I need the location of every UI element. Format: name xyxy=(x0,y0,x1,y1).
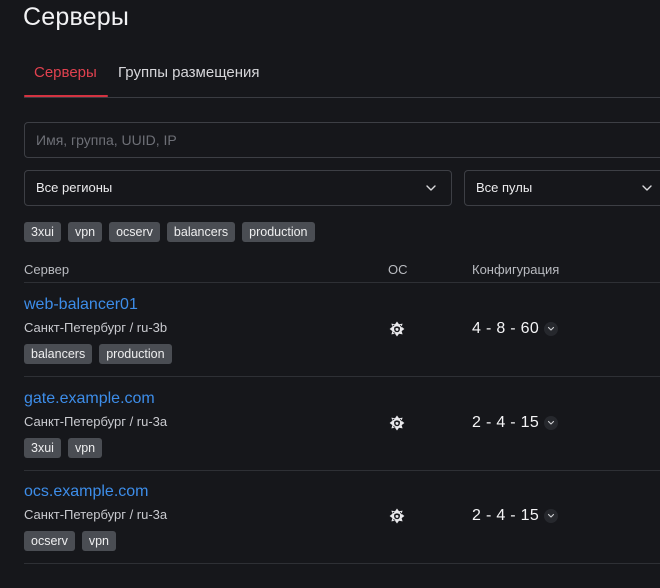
chevron-down-icon xyxy=(547,420,555,425)
pool-select-value: Все пулы xyxy=(476,180,533,195)
servers-page: Серверы Серверы Группы размещения Все ре… xyxy=(0,0,660,588)
region-select[interactable]: Все регионы xyxy=(24,170,452,206)
server-name-link[interactable]: web-balancer01 xyxy=(24,295,138,315)
chevron-down-icon xyxy=(642,185,652,191)
server-config: 2 - 4 - 15 xyxy=(472,414,540,431)
filter-tag-ocserv[interactable]: ocserv xyxy=(109,222,160,242)
server-tag: production xyxy=(99,344,172,364)
os-logo-icon xyxy=(389,415,405,431)
filter-tag-production[interactable]: production xyxy=(242,222,315,242)
server-tag: 3xui xyxy=(24,438,61,458)
server-tag: vpn xyxy=(67,438,103,458)
chevron-down-icon xyxy=(426,185,436,191)
server-location: Санкт-Петербург / ru-3a xyxy=(24,414,168,429)
server-tags: 3xui vpn xyxy=(24,438,109,458)
page-title: Серверы xyxy=(23,3,130,31)
server-location: Санкт-Петербург / ru-3b xyxy=(24,320,168,335)
table-row: gate.example.com Санкт-Петербург / ru-3a… xyxy=(24,377,660,471)
filter-tag-balancers[interactable]: balancers xyxy=(166,222,236,242)
chevron-down-icon xyxy=(547,326,555,331)
config-expand-button[interactable] xyxy=(544,416,558,430)
config-expand-button[interactable] xyxy=(544,509,558,523)
column-header-server: Сервер xyxy=(24,262,70,277)
table-row: web-balancer01 Санкт-Петербург / ru-3b b… xyxy=(24,283,660,377)
search-input[interactable] xyxy=(24,122,660,158)
server-tags: ocserv vpn xyxy=(24,531,123,551)
config-expand-button[interactable] xyxy=(544,322,558,336)
filter-tag-3xui[interactable]: 3xui xyxy=(24,222,61,242)
column-header-os: ОС xyxy=(388,262,408,277)
tag-filter-list: 3xui vpn ocserv balancers production xyxy=(24,222,322,242)
table-header: Сервер ОС Конфигурация xyxy=(24,258,660,283)
server-tags: balancers production xyxy=(24,344,179,364)
server-config: 4 - 8 - 60 xyxy=(472,320,540,337)
column-header-config: Конфигурация xyxy=(472,262,560,277)
os-logo-icon xyxy=(389,321,405,337)
tab-placement-groups[interactable]: Группы размещения xyxy=(118,56,260,96)
server-name-link[interactable]: ocs.example.com xyxy=(24,482,149,502)
server-tag: vpn xyxy=(81,531,116,551)
server-config: 2 - 4 - 15 xyxy=(472,507,540,524)
server-tag: ocserv xyxy=(24,531,75,551)
os-logo-icon xyxy=(389,508,405,524)
server-location: Санкт-Петербург / ru-3a xyxy=(24,507,168,522)
region-select-value: Все регионы xyxy=(36,180,113,195)
server-name-link[interactable]: gate.example.com xyxy=(24,389,155,409)
chevron-down-icon xyxy=(547,513,555,518)
tab-servers[interactable]: Серверы xyxy=(24,56,108,97)
server-tag: balancers xyxy=(24,344,93,364)
tab-bar: Серверы Группы размещения xyxy=(24,56,660,98)
filter-tag-vpn[interactable]: vpn xyxy=(67,222,103,242)
table-row: ocs.example.com Санкт-Петербург / ru-3a … xyxy=(24,470,660,564)
pool-select[interactable]: Все пулы xyxy=(464,170,660,206)
